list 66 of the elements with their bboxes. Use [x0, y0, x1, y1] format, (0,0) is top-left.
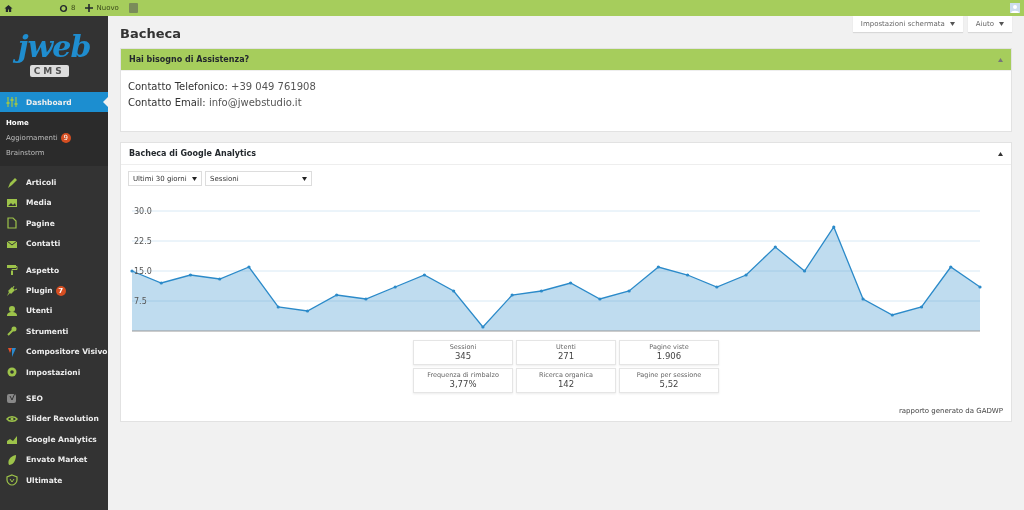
plug-icon [6, 284, 18, 297]
plus-icon[interactable] [85, 4, 94, 12]
y-tick-label: 7.5 [134, 297, 147, 306]
data-point [159, 281, 163, 285]
wrench-icon [6, 325, 18, 338]
data-point [364, 297, 368, 301]
data-point [276, 305, 280, 309]
page-icon [6, 217, 18, 230]
stat-value: 271 [556, 351, 576, 361]
data-point [949, 265, 953, 269]
sliders-icon [6, 96, 18, 109]
data-point [510, 293, 514, 297]
data-point [832, 225, 836, 229]
data-point [569, 281, 573, 285]
composer-icon [6, 345, 18, 358]
contact-line: Contatto Telefonico: +39 049 761908 [128, 81, 317, 92]
caret-icon [192, 176, 197, 181]
data-point [393, 285, 397, 289]
caret-icon [949, 22, 955, 26]
data-point [130, 269, 134, 273]
stat-value: 142 [556, 379, 576, 389]
data-point [481, 325, 485, 329]
data-point [802, 269, 807, 273]
y-tick-label: 15.0 [134, 267, 152, 276]
data-point [978, 285, 982, 289]
y-tick-label: 30.0 [134, 207, 152, 216]
data-point [919, 305, 924, 309]
panel-title: Bacheca di Google Analytics [129, 149, 257, 158]
data-point [627, 289, 631, 293]
stat-value: 3,77% [448, 379, 478, 389]
panel-header[interactable]: Hai bisogno di Assistenza? [121, 49, 1011, 71]
panel-title: Hai bisogno di Assistenza? [129, 55, 250, 64]
data-point [247, 265, 251, 269]
data-point [452, 289, 456, 293]
data-point [188, 273, 193, 277]
paint-roller-icon [6, 264, 18, 277]
logo-subtitle: CMS [29, 64, 69, 77]
caret-icon [999, 22, 1004, 26]
stat-value: 345 [453, 351, 473, 361]
pen-icon [6, 176, 18, 189]
settings-icon [6, 366, 18, 379]
data-point [656, 265, 660, 269]
leaf-icon [6, 453, 18, 466]
data-point [715, 285, 719, 289]
image-icon [6, 196, 18, 209]
page-title: Bacheca [120, 26, 181, 41]
home-icon[interactable] [4, 3, 13, 13]
stat-value: 1.906 [655, 351, 683, 361]
data-point [335, 293, 339, 297]
collapse-icon[interactable] [998, 151, 1003, 156]
data-point [598, 297, 602, 301]
stat-value: 5,52 [658, 379, 680, 389]
data-point [744, 273, 748, 277]
data-point [686, 273, 690, 277]
data-point [218, 277, 222, 281]
caret-icon [302, 176, 307, 181]
data-point [305, 309, 310, 313]
contact-line: Contatto Email: info@jwebstudio.it [128, 97, 303, 108]
data-point [773, 245, 777, 249]
data-point [422, 273, 426, 277]
data-point [890, 313, 894, 317]
data-point [539, 289, 543, 293]
user-icon [6, 304, 18, 317]
data-point [861, 297, 865, 301]
y-tick-label: 22.5 [134, 237, 152, 246]
shield-icon [6, 474, 18, 487]
